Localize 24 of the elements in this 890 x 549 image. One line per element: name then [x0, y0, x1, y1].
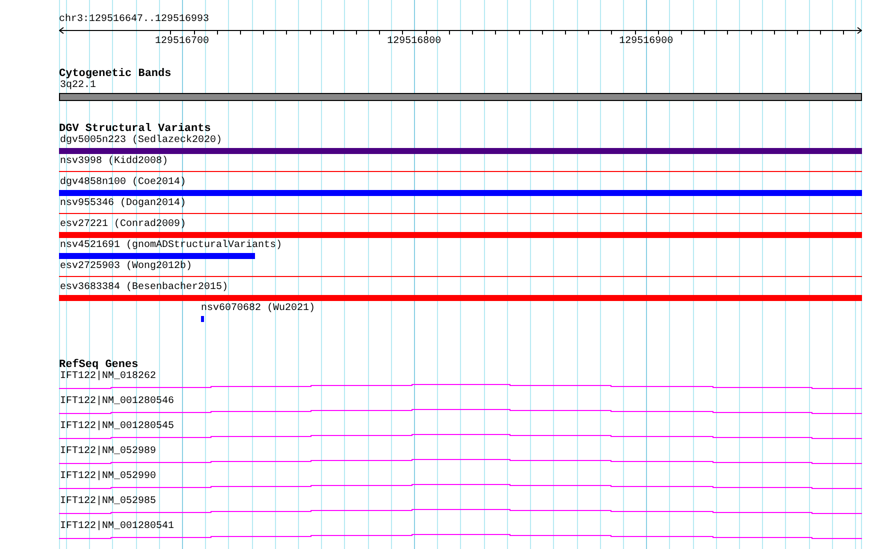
tick-label: 129516800 [387, 36, 442, 48]
tick-label: 129516700 [155, 36, 209, 48]
feature-label: esv2725903 (Wong2012b) [59, 261, 192, 273]
track-title: DGV Structural Variants [59, 123, 211, 135]
feature-label: esv3683384 (Besenbacher2015) [59, 282, 228, 294]
track-title: Cytogenetic Bands [59, 68, 172, 80]
feature-label: dgv5005n223 (Sedlazeck2020) [59, 135, 222, 147]
feature-label: IFT122|NM_052985 [59, 496, 156, 508]
feature-label: IFT122|NM_001280541 [59, 521, 174, 533]
feature-label: nsv4521691 (gnomADStructuralVariants) [59, 240, 282, 252]
feature-label: nsv6070682 (Wu2021) [200, 303, 316, 315]
feature-label: IFT122|NM_001280546 [59, 396, 174, 408]
feature-label: IFT122|NM_052989 [59, 446, 156, 458]
location-label: chr3:129516647..129516993 [59, 14, 210, 26]
feature-label: nsv3998 (Kidd2008) [59, 156, 168, 168]
feature-label: IFT122|NM_018262 [59, 371, 156, 383]
feature-label: nsv955346 (Dogan2014) [59, 198, 186, 210]
feature-label: 3q22.1 [59, 80, 96, 92]
feature-label: esv27221 (Conrad2009) [59, 219, 186, 231]
feature-label: IFT122|NM_001280545 [59, 421, 174, 433]
feature-label: dgv4858n100 (Coe2014) [59, 177, 186, 189]
tick-label: 129516900 [619, 36, 674, 48]
track-title: RefSeq Genes [59, 359, 138, 371]
feature-label: IFT122|NM_052990 [59, 471, 156, 483]
